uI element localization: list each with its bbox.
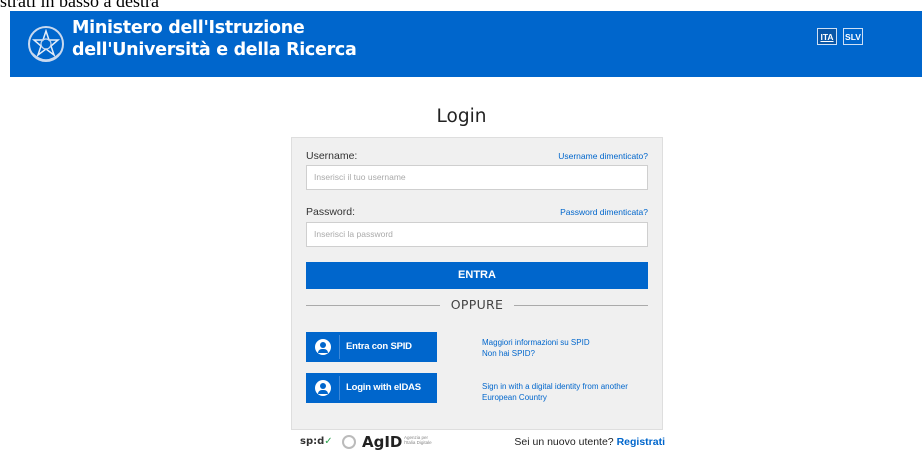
ministry-name-line1: Ministero dell'Istruzione	[72, 18, 305, 38]
spid-info-link[interactable]: Maggiori informazioni su SPID	[482, 337, 590, 348]
password-input[interactable]: Inserisci la password	[306, 222, 648, 247]
ministry-name: Ministero dell'Istruzione dell'Universit…	[72, 17, 357, 61]
spid-button-label: Entra con SPID	[346, 341, 412, 352]
site-header: Ministero dell'Istruzione dell'Universit…	[10, 11, 922, 77]
agid-logo-subtitle: Agenzia per l'Italia Digitale	[404, 435, 432, 445]
user-icon	[315, 339, 331, 355]
forgot-username-link[interactable]: Username dimenticato?	[558, 151, 648, 161]
language-ita-button[interactable]: ITA	[817, 28, 837, 45]
username-label: Username:	[306, 150, 358, 162]
top-caption-crop: strati in basso a destra	[0, 0, 923, 11]
eidas-info-link[interactable]: Sign in with a digital identity from ano…	[482, 381, 628, 403]
eidas-info-line2: European Country	[482, 393, 547, 402]
register-prompt: Sei un nuovo utente? Registrati	[514, 436, 665, 448]
separator-line-right	[514, 305, 648, 306]
eidas-button-label: Login with eIDAS	[346, 382, 421, 393]
agid-logo-icon	[342, 435, 356, 449]
login-submit-button[interactable]: ENTRA	[306, 262, 648, 289]
or-separator: OPPURE	[306, 297, 648, 313]
spid-logo-text: sp:d	[300, 436, 325, 447]
republic-emblem-icon	[28, 26, 64, 62]
spid-logo: sp:d✓	[300, 436, 333, 447]
spid-login-button[interactable]: Entra con SPID	[306, 332, 437, 362]
user-icon	[315, 380, 331, 396]
language-slv-button[interactable]: SLV	[843, 28, 863, 45]
eidas-login-button[interactable]: Login with eIDAS	[306, 373, 437, 403]
page-title: Login	[436, 106, 487, 127]
ministry-name-line2: dell'Università e della Ricerca	[72, 40, 357, 60]
top-caption: strati in basso a destra	[0, 0, 159, 11]
eidas-info-line1: Sign in with a digital identity from ano…	[482, 382, 628, 391]
agid-logo: AgID	[362, 433, 403, 451]
register-prompt-text: Sei un nuovo utente?	[514, 436, 614, 448]
username-input[interactable]: Inserisci il tuo username	[306, 165, 648, 190]
no-spid-link[interactable]: Non hai SPID?	[482, 348, 590, 359]
login-panel: Username: Username dimenticato? Inserisc…	[291, 137, 663, 430]
forgot-password-link[interactable]: Password dimenticata?	[560, 207, 648, 217]
button-divider	[339, 335, 340, 359]
password-label: Password:	[306, 206, 356, 218]
register-link[interactable]: Registrati	[617, 436, 665, 448]
check-icon: ✓	[324, 436, 333, 447]
button-divider	[339, 376, 340, 400]
spid-info: Maggiori informazioni su SPID Non hai SP…	[482, 337, 590, 359]
